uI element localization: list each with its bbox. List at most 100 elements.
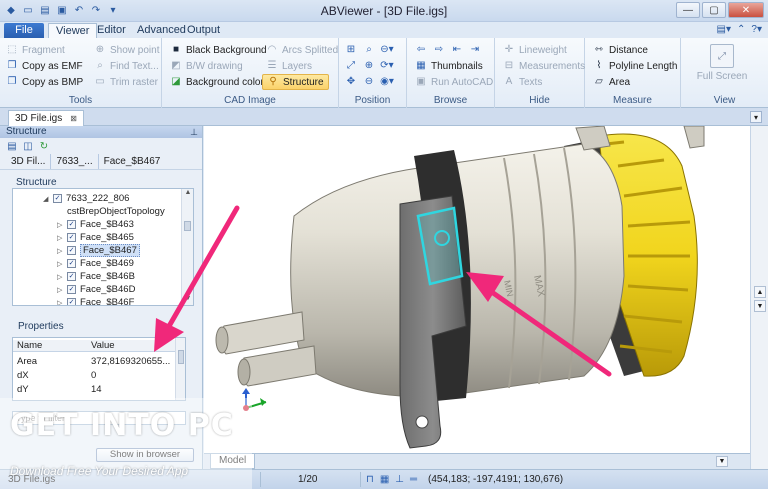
pin-icon[interactable]: ⊥: [190, 126, 198, 138]
measurements-button[interactable]: ⊟ Measurements: [503, 58, 585, 74]
doc-tab-3d-file[interactable]: 3D File.igs ⊠: [8, 110, 84, 126]
expand-icon[interactable]: ▷: [57, 221, 63, 229]
thumbnails-button[interactable]: ▦ Thumbnails: [415, 58, 482, 74]
collapse-icon[interactable]: ◢: [43, 195, 49, 203]
rotate-dropdown-icon[interactable]: ⟳▾: [380, 60, 393, 72]
list-view-icon[interactable]: ▤: [6, 140, 18, 152]
viewport-right-scrollbar[interactable]: ▲ ▼: [750, 126, 768, 469]
tree-node[interactable]: ▷ ✓ Face_$B46B: [57, 270, 135, 283]
tree-node[interactable]: ▷ ✓ Face_$B463: [57, 218, 134, 231]
tree-checkbox[interactable]: ✓: [67, 298, 76, 305]
window-title: ABViewer - [3D File.igs]: [320, 4, 448, 18]
table-row[interactable]: dX 0: [13, 370, 175, 382]
area-button[interactable]: ▱ Area: [593, 74, 630, 90]
lineweight-toggle-icon[interactable]: ═: [410, 474, 417, 485]
model-canvas[interactable]: MAX MIN: [204, 126, 750, 453]
fit-extents-icon[interactable]: ⤢: [345, 60, 357, 72]
zoom-in-icon[interactable]: ⊕: [363, 60, 375, 72]
tab-file[interactable]: File: [4, 23, 44, 38]
maximize-button[interactable]: ▢: [702, 2, 726, 18]
drawing-viewport[interactable]: MAX MIN: [204, 126, 750, 453]
texts-button[interactable]: A Texts: [503, 74, 543, 90]
black-background-button[interactable]: ■ Black Background: [170, 42, 267, 58]
tree-checkbox[interactable]: ✓: [67, 233, 76, 242]
ribbon-minimize-icon[interactable]: ⌃: [737, 24, 745, 35]
find-text-button[interactable]: ⌕ Find Text...: [94, 58, 159, 74]
help-icon[interactable]: ?▾: [751, 24, 762, 35]
previous-file-icon[interactable]: ⇦: [415, 44, 427, 56]
pan-icon[interactable]: ✥: [345, 76, 357, 88]
tab-output[interactable]: Output: [180, 23, 227, 38]
tree-checkbox[interactable]: ✓: [67, 246, 76, 255]
expand-icon[interactable]: ▷: [57, 273, 63, 281]
snap-icon[interactable]: ⊓: [366, 474, 374, 485]
group-cad-image: ■ Black Background ◩ B/W drawing ◪ Backgrou…: [162, 38, 339, 108]
tree-node[interactable]: ▷ ✓ Face_$B469: [57, 257, 134, 270]
copy-bmp-button[interactable]: ❐ Copy as BMP: [6, 74, 84, 90]
expand-icon[interactable]: ▷: [57, 247, 63, 255]
scroll-up-icon[interactable]: ▲: [182, 189, 193, 199]
tree-node[interactable]: ◢ ✓ 7633_222_806: [43, 192, 129, 205]
expand-icon[interactable]: ▷: [57, 299, 63, 306]
zoom-window-icon[interactable]: ⌕: [363, 44, 375, 56]
background-color-button[interactable]: ◪ Background color: [170, 74, 264, 90]
breadcrumb-item[interactable]: 3D Fil...: [6, 154, 52, 169]
expand-icon[interactable]: ▷: [57, 286, 63, 294]
full-screen-button[interactable]: ⤢ Full Screen: [685, 42, 759, 82]
tree-checkbox[interactable]: ✓: [67, 259, 76, 268]
show-in-browser-button[interactable]: Show in browser: [96, 448, 194, 462]
scroll-up-icon[interactable]: ▲: [754, 286, 766, 298]
scroll-down-icon[interactable]: ▼: [754, 300, 766, 312]
ortho-icon[interactable]: ⊥: [395, 474, 404, 485]
tree-node[interactable]: ▷ ✓ Face_$B46D: [57, 283, 135, 296]
tab-list-chevron-icon[interactable]: ▾: [750, 111, 762, 123]
column-header-name[interactable]: Name: [13, 340, 89, 351]
tree-checkbox[interactable]: ✓: [67, 220, 76, 229]
properties-filter-input[interactable]: Type to filter: [12, 411, 186, 425]
grid-icon[interactable]: ▦: [380, 474, 389, 485]
tree-checkbox[interactable]: ✓: [53, 194, 62, 203]
breadcrumb-item[interactable]: Face_$B467: [99, 154, 166, 169]
first-file-icon[interactable]: ⇤: [451, 44, 463, 56]
status-coordinates: (454,183; -197,4191; 130,676): [428, 474, 564, 485]
copy-emf-button[interactable]: ❐ Copy as EMF: [6, 58, 83, 74]
close-tab-icon[interactable]: ⊠: [70, 111, 77, 126]
distance-button[interactable]: ⇿ Distance: [593, 42, 648, 58]
polyline-length-button[interactable]: ⌇ Polyline Length: [593, 58, 678, 74]
expand-icon[interactable]: ▷: [57, 234, 63, 242]
zoom-fit-icon[interactable]: ⊞: [345, 44, 357, 56]
tree-checkbox[interactable]: ✓: [67, 285, 76, 294]
structure-button[interactable]: ⚲ Structure: [262, 74, 329, 90]
minimize-button[interactable]: —: [676, 2, 700, 18]
last-file-icon[interactable]: ⇥: [469, 44, 481, 56]
tree-checkbox[interactable]: ✓: [67, 272, 76, 281]
trim-raster-button[interactable]: ▭ Trim raster: [94, 74, 158, 90]
next-file-icon[interactable]: ⇨: [433, 44, 445, 56]
tree-node[interactable]: ▷ ✓ Face_$B465: [57, 231, 134, 244]
arcs-splitted-button[interactable]: ◠ Arcs Splitted: [266, 42, 339, 58]
refresh-icon[interactable]: ↻: [38, 140, 50, 152]
options-icon[interactable]: ▤▾: [717, 24, 731, 35]
show-point-button[interactable]: ⊕ Show point: [94, 42, 160, 58]
split-view-icon[interactable]: ◫: [22, 140, 34, 152]
breadcrumb-item[interactable]: 7633_...: [51, 154, 99, 169]
view-dropdown-icon[interactable]: ◉▾: [380, 76, 394, 88]
close-button[interactable]: ✕: [728, 2, 764, 18]
tab-editor[interactable]: Editor: [90, 23, 133, 38]
scroll-down-icon[interactable]: ▼: [716, 456, 728, 467]
tree-node-selected[interactable]: ▷ ✓ Face_$B467: [57, 244, 140, 257]
table-row[interactable]: dY 14: [13, 384, 175, 396]
model-part[interactable]: MAX MIN: [215, 126, 705, 449]
bw-drawing-button[interactable]: ◩ B/W drawing: [170, 58, 242, 74]
expand-icon[interactable]: ▷: [57, 260, 63, 268]
layers-button[interactable]: ☰ Layers: [266, 58, 313, 74]
status-separator: [260, 472, 261, 487]
lineweight-button[interactable]: ✛ Lineweight: [503, 42, 567, 58]
fragment-button[interactable]: ⬚ Fragment: [6, 42, 65, 58]
zoom-out-icon[interactable]: ⊖: [363, 76, 375, 88]
tree-node[interactable]: ▷ ✓ Face_$B46F: [57, 296, 134, 306]
run-autocad-button[interactable]: ▣ Run AutoCAD: [415, 74, 493, 90]
show-point-icon: ⊕: [95, 44, 105, 55]
zoom-dropdown-icon[interactable]: ⊖▾: [380, 44, 393, 56]
tab-model[interactable]: Model: [210, 454, 256, 469]
